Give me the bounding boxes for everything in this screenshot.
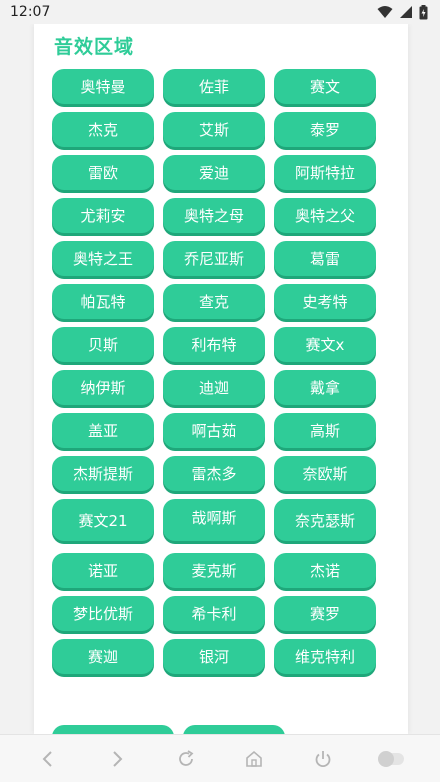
sound-button[interactable]: 希卡利	[163, 596, 265, 631]
sound-button[interactable]: 奥特之王	[52, 241, 154, 276]
sound-button[interactable]: 艾斯	[163, 112, 265, 147]
wifi-icon	[377, 6, 393, 18]
sound-button[interactable]: 雷欧	[52, 155, 154, 190]
forward-button[interactable]	[97, 739, 137, 779]
sound-button[interactable]: 麦克斯	[163, 553, 265, 588]
sound-button[interactable]: 哉啊斯	[163, 499, 265, 541]
sound-button[interactable]: 赛迦	[52, 639, 154, 674]
sound-button[interactable]: 查克	[163, 284, 265, 319]
sound-button[interactable]: 赛罗	[274, 596, 376, 631]
sound-button[interactable]: 帕瓦特	[52, 284, 154, 319]
sound-button[interactable]: 贝斯	[52, 327, 154, 362]
chevron-left-icon	[42, 750, 53, 767]
sound-button[interactable]: 杰诺	[274, 553, 376, 588]
status-icons	[377, 4, 428, 20]
status-bar: 12:07	[0, 0, 440, 24]
sound-button[interactable]: 银河	[163, 639, 265, 674]
sound-button[interactable]: 爱迪	[163, 155, 265, 190]
sound-button[interactable]: 迪迦	[163, 370, 265, 405]
sound-button[interactable]: 奈克瑟斯	[274, 499, 376, 541]
sound-button[interactable]: 梦比优斯	[52, 596, 154, 631]
power-button[interactable]	[303, 739, 343, 779]
signal-icon	[400, 6, 412, 18]
sound-button[interactable]: 佐菲	[163, 69, 265, 104]
sound-button[interactable]: 泰罗	[274, 112, 376, 147]
sound-button[interactable]: 雷杰多	[163, 456, 265, 491]
status-time: 12:07	[10, 4, 51, 20]
sound-button[interactable]: 阿斯特拉	[274, 155, 376, 190]
toggle-icon	[377, 750, 404, 767]
sound-button[interactable]: 奥特曼	[52, 69, 154, 104]
chevron-right-icon	[113, 750, 123, 767]
sound-button[interactable]: 埃克斯	[183, 725, 285, 734]
sound-button[interactable]: 赛文	[274, 69, 376, 104]
sound-button[interactable]: 维克特利	[274, 639, 376, 674]
home-button[interactable]	[234, 739, 274, 779]
sound-button[interactable]: 戴拿	[274, 370, 376, 405]
back-button[interactable]	[28, 739, 68, 779]
sound-button[interactable]: 诺亚	[52, 553, 154, 588]
toggle-button[interactable]	[372, 739, 412, 779]
sound-button[interactable]: 杰斯提斯	[52, 456, 154, 491]
sound-button[interactable]: 乔尼亚斯	[163, 241, 265, 276]
sound-button[interactable]: 尤莉安	[52, 198, 154, 233]
battery-icon	[419, 4, 428, 19]
browser-nav-bar	[0, 734, 440, 782]
sound-button[interactable]: 奈欧斯	[274, 456, 376, 491]
sound-button[interactable]: 葛雷	[274, 241, 376, 276]
reload-button[interactable]	[166, 739, 206, 779]
sound-button[interactable]: 啊古茹	[163, 413, 265, 448]
reload-icon	[178, 749, 194, 766]
sound-button[interactable]: 奥特之父	[274, 198, 376, 233]
sound-button[interactable]: 赛文21	[52, 499, 154, 541]
sound-button[interactable]: 纳伊斯	[52, 370, 154, 405]
sound-button[interactable]: 赛文x	[274, 327, 376, 362]
home-icon	[246, 750, 263, 767]
sound-button[interactable]: 高斯	[274, 413, 376, 448]
sound-button[interactable]: 利布特	[163, 327, 265, 362]
sound-card: 音效区域 奥特曼 佐菲 赛文杰克 艾斯 泰罗雷欧 爱迪 阿斯特拉尤莉安 奥特之母 奥特之父奥特之…	[34, 24, 408, 734]
sound-button[interactable]: 奥特之母	[163, 198, 265, 233]
sound-button[interactable]: 银河维克特利	[52, 725, 174, 734]
section-title: 音效区域	[54, 36, 135, 58]
power-icon	[315, 750, 331, 767]
sound-button[interactable]: 史考特	[274, 284, 376, 319]
sound-button[interactable]: 杰克	[52, 112, 154, 147]
sound-button[interactable]: 盖亚	[52, 413, 154, 448]
